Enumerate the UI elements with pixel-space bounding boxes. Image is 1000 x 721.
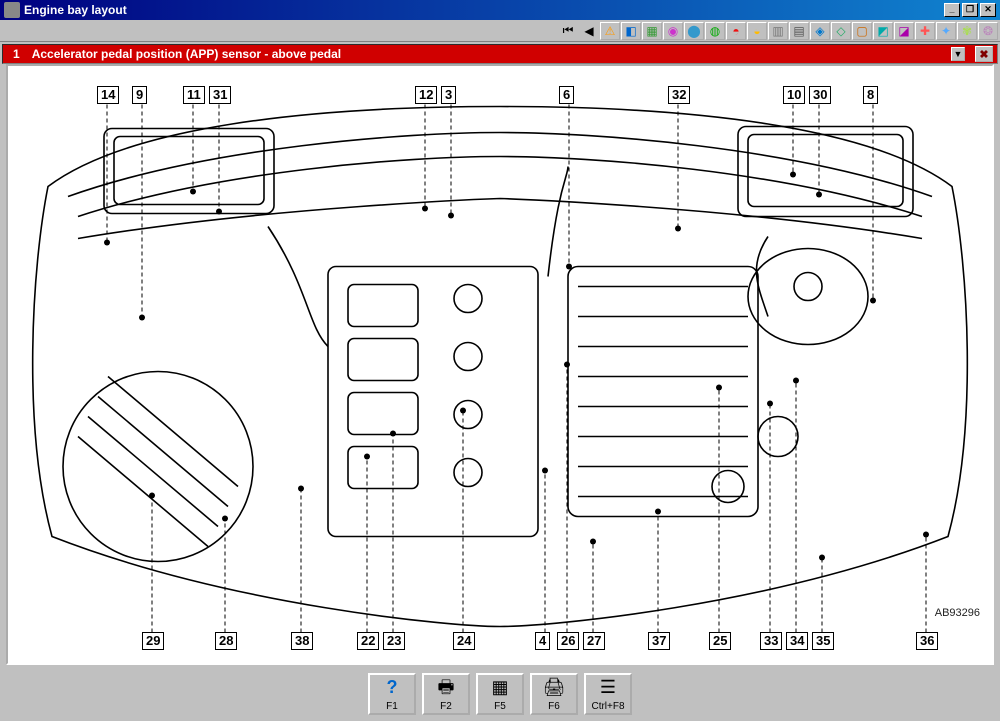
callout-10[interactable]: 10 bbox=[783, 86, 805, 104]
component-title: Accelerator pedal position (APP) sensor … bbox=[32, 47, 341, 61]
toolbar-button-7[interactable]: ◍ bbox=[705, 22, 725, 40]
toolbar-button-13[interactable]: ◇ bbox=[831, 22, 851, 40]
callout-33[interactable]: 33 bbox=[760, 632, 782, 650]
minimize-button[interactable]: _ bbox=[944, 3, 960, 17]
callout-25[interactable]: 25 bbox=[709, 632, 731, 650]
callout-12[interactable]: 12 bbox=[415, 86, 437, 104]
toolbar-button-17[interactable]: ✚ bbox=[915, 22, 935, 40]
maximize-button[interactable]: ❐ bbox=[962, 3, 978, 17]
grid-icon: ▦ bbox=[491, 677, 508, 697]
fkey-label: F1 bbox=[386, 701, 398, 712]
callout-30[interactable]: 30 bbox=[809, 86, 831, 104]
engine-bay-svg bbox=[8, 66, 992, 663]
fkey-list-button[interactable]: ☰ Ctrl+F8 bbox=[584, 673, 632, 715]
dropdown-arrow-icon[interactable]: ▼ bbox=[951, 47, 965, 61]
engine-bay-diagram: AB93296 14911311236321030829283822232442… bbox=[8, 66, 992, 663]
diagram-id: AB93296 bbox=[935, 607, 980, 619]
window-controls: _ ❐ ✕ bbox=[944, 3, 996, 17]
fkey-label: F5 bbox=[494, 701, 506, 712]
toolbar-button-12[interactable]: ◈ bbox=[810, 22, 830, 40]
help-icon: ? bbox=[387, 677, 398, 697]
callout-23[interactable]: 23 bbox=[383, 632, 405, 650]
callout-32[interactable]: 32 bbox=[668, 86, 690, 104]
toolbar-button-18[interactable]: ✦ bbox=[936, 22, 956, 40]
toolbar-button-14[interactable]: ▢ bbox=[852, 22, 872, 40]
toolbar-button-0[interactable]: ⏮ bbox=[558, 22, 578, 40]
toolbar-button-8[interactable]: ◓ bbox=[726, 22, 746, 40]
window-title: Engine bay layout bbox=[24, 3, 127, 17]
callout-28[interactable]: 28 bbox=[215, 632, 237, 650]
close-button[interactable]: ✕ bbox=[980, 3, 996, 17]
titlebar: Engine bay layout _ ❐ ✕ bbox=[0, 0, 1000, 20]
callout-36[interactable]: 36 bbox=[916, 632, 938, 650]
fkey-help-button[interactable]: ? F1 bbox=[368, 673, 416, 715]
callout-14[interactable]: 14 bbox=[97, 86, 119, 104]
toolbar-button-5[interactable]: ◉ bbox=[663, 22, 683, 40]
printer-icon: 🖨 bbox=[543, 677, 566, 697]
function-key-toolbar: ? F1 🖶 F2 ▦ F5 🖨 F6 ☰ Ctrl+F8 bbox=[0, 671, 1000, 717]
panel-close-button[interactable]: ✖ bbox=[975, 46, 993, 62]
callout-34[interactable]: 34 bbox=[786, 632, 808, 650]
callout-22[interactable]: 22 bbox=[357, 632, 379, 650]
callout-37[interactable]: 37 bbox=[648, 632, 670, 650]
callout-31[interactable]: 31 bbox=[209, 86, 231, 104]
diagram-frame: AB93296 14911311236321030829283822232442… bbox=[6, 64, 994, 665]
toolbar-button-10[interactable]: ▥ bbox=[768, 22, 788, 40]
list-icon: ☰ bbox=[600, 677, 616, 697]
toolbar-button-3[interactable]: ◧ bbox=[621, 22, 641, 40]
print-icon: 🖶 bbox=[438, 677, 455, 697]
fkey-label: F6 bbox=[548, 701, 560, 712]
callout-9[interactable]: 9 bbox=[132, 86, 147, 104]
toolbar-button-19[interactable]: ✾ bbox=[957, 22, 977, 40]
toolbar-button-2[interactable]: ⚠ bbox=[600, 22, 620, 40]
main-toolbar: ⏮◀⚠◧▦◉⬤◍◓◒▥▤◈◇▢◩◪✚✦✾❂ bbox=[0, 20, 1000, 42]
toolbar-button-20[interactable]: ❂ bbox=[978, 22, 998, 40]
toolbar-button-9[interactable]: ◒ bbox=[747, 22, 767, 40]
callout-24[interactable]: 24 bbox=[453, 632, 475, 650]
toolbar-button-1[interactable]: ◀ bbox=[579, 22, 599, 40]
callout-6[interactable]: 6 bbox=[559, 86, 574, 104]
fkey-print-button[interactable]: 🖶 F2 bbox=[422, 673, 470, 715]
callout-38[interactable]: 38 bbox=[291, 632, 313, 650]
fkey-printer-button[interactable]: 🖨 F6 bbox=[530, 673, 578, 715]
callout-4[interactable]: 4 bbox=[535, 632, 550, 650]
callout-26[interactable]: 26 bbox=[557, 632, 579, 650]
fkey-label: F2 bbox=[440, 701, 452, 712]
callout-3[interactable]: 3 bbox=[441, 86, 456, 104]
callout-11[interactable]: 11 bbox=[183, 86, 205, 104]
toolbar-button-16[interactable]: ◪ bbox=[894, 22, 914, 40]
callout-8[interactable]: 8 bbox=[863, 86, 878, 104]
toolbar-button-6[interactable]: ⬤ bbox=[684, 22, 704, 40]
callout-29[interactable]: 29 bbox=[142, 632, 164, 650]
app-icon bbox=[4, 2, 20, 18]
callout-35[interactable]: 35 bbox=[812, 632, 834, 650]
toolbar-button-15[interactable]: ◩ bbox=[873, 22, 893, 40]
component-title-bar: 1 Accelerator pedal position (APP) senso… bbox=[2, 44, 998, 64]
fkey-grid-button[interactable]: ▦ F5 bbox=[476, 673, 524, 715]
toolbar-button-4[interactable]: ▦ bbox=[642, 22, 662, 40]
toolbar-button-11[interactable]: ▤ bbox=[789, 22, 809, 40]
fkey-label: Ctrl+F8 bbox=[591, 701, 624, 712]
callout-27[interactable]: 27 bbox=[583, 632, 605, 650]
component-index: 1 bbox=[7, 47, 26, 61]
